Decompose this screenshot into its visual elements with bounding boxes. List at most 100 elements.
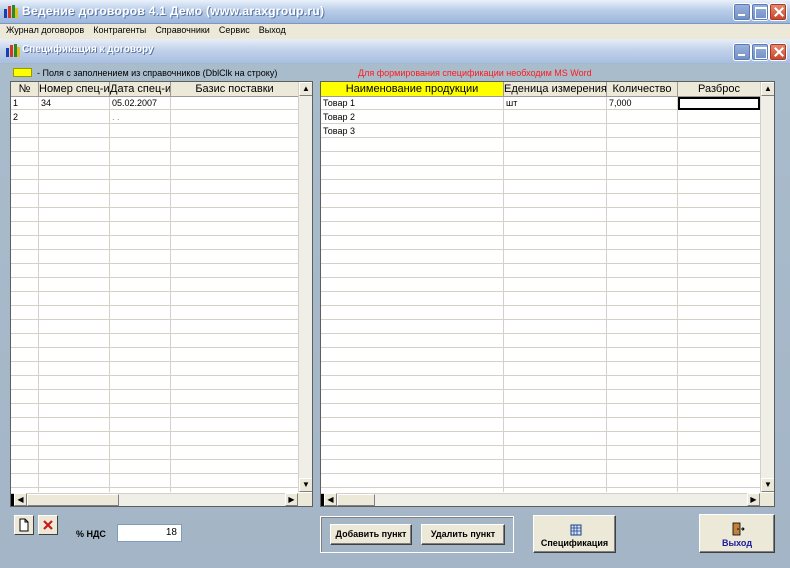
table-cell[interactable]	[678, 97, 760, 110]
column-header-product-name[interactable]: Наименование продукции	[321, 82, 504, 97]
column-header-delivery-basis[interactable]: Базис поставки	[171, 82, 299, 97]
table-row[interactable]	[11, 419, 298, 432]
table-cell[interactable]	[171, 97, 298, 110]
table-row[interactable]: 2 . .	[11, 111, 298, 124]
table-row[interactable]	[321, 167, 760, 180]
scroll-right-button[interactable]: ▶	[747, 493, 760, 506]
table-row[interactable]	[321, 237, 760, 250]
table-row[interactable]: Товар 2	[321, 111, 760, 124]
table-row[interactable]: Товар 3	[321, 125, 760, 138]
table-row[interactable]: 1 34 05.02.2007	[11, 97, 298, 110]
table-cell[interactable]: 34	[39, 97, 109, 110]
table-row[interactable]	[321, 349, 760, 362]
table-row[interactable]	[11, 139, 298, 152]
table-cell[interactable]: Товар 3	[321, 125, 503, 138]
table-cell[interactable]: 2	[11, 111, 38, 124]
table-row[interactable]	[11, 251, 298, 264]
specification-button[interactable]: Спецификация	[533, 515, 616, 553]
table-row[interactable]	[321, 153, 760, 166]
specifications-horizontal-scrollbar[interactable]: ◀ ▶	[11, 493, 298, 506]
column-header-spec-date[interactable]: Дата спец-и	[110, 82, 171, 97]
vat-input[interactable]: 18	[117, 524, 182, 542]
table-row[interactable]	[11, 405, 298, 418]
table-cell[interactable]	[39, 111, 109, 124]
table-row[interactable]	[321, 447, 760, 460]
table-row[interactable]	[321, 475, 760, 488]
table-row[interactable]: Товар 1 шт 7,000	[321, 97, 760, 110]
table-row[interactable]	[11, 377, 298, 390]
minimize-button[interactable]	[733, 3, 751, 21]
scroll-down-button[interactable]: ▼	[761, 478, 774, 492]
table-cell[interactable]: 7,000	[607, 97, 677, 110]
table-row[interactable]	[11, 279, 298, 292]
table-row[interactable]	[11, 125, 298, 138]
table-cell[interactable]: 1	[11, 97, 38, 110]
table-row[interactable]	[11, 335, 298, 348]
table-row[interactable]	[11, 461, 298, 474]
delete-item-button[interactable]: Удалить пункт	[421, 524, 505, 545]
table-row[interactable]	[11, 153, 298, 166]
table-cell[interactable]	[504, 111, 606, 124]
table-row[interactable]	[321, 363, 760, 376]
table-row[interactable]	[321, 377, 760, 390]
table-row[interactable]	[11, 447, 298, 460]
column-header-unit[interactable]: Еденица измерения	[504, 82, 607, 97]
table-row[interactable]	[11, 195, 298, 208]
exit-button[interactable]: Выход	[699, 514, 775, 553]
new-record-button[interactable]	[14, 515, 34, 535]
table-row[interactable]	[11, 475, 298, 488]
table-row[interactable]	[321, 209, 760, 222]
table-cell[interactable]: 05.02.2007	[110, 97, 170, 110]
menu-contracts-journal[interactable]: Журнал договоров	[6, 24, 84, 35]
table-row[interactable]	[11, 237, 298, 250]
horizontal-scroll-thumb[interactable]	[27, 494, 119, 506]
table-cell[interactable]	[607, 111, 677, 124]
close-button[interactable]	[769, 3, 787, 21]
specifications-grid[interactable]: № Номер спец-и Дата спец-и Базис поставк…	[10, 81, 313, 507]
scroll-up-button[interactable]: ▲	[761, 82, 774, 96]
products-vertical-scrollbar[interactable]: ▲ ▼	[760, 82, 774, 492]
table-row[interactable]	[11, 307, 298, 320]
table-row[interactable]	[11, 265, 298, 278]
products-grid[interactable]: Наименование продукции Еденица измерения…	[320, 81, 775, 507]
table-row[interactable]	[321, 279, 760, 292]
table-row[interactable]	[11, 349, 298, 362]
table-row[interactable]	[321, 181, 760, 194]
table-cell[interactable]: Товар 1	[321, 97, 503, 110]
table-row[interactable]	[321, 251, 760, 264]
table-row[interactable]	[11, 223, 298, 236]
table-row[interactable]	[321, 419, 760, 432]
products-horizontal-scrollbar[interactable]: ◀ ▶	[321, 493, 760, 506]
table-row[interactable]	[321, 335, 760, 348]
menu-directories[interactable]: Справочники	[155, 24, 210, 35]
table-row[interactable]	[11, 321, 298, 334]
table-row[interactable]	[321, 265, 760, 278]
table-row[interactable]	[321, 405, 760, 418]
scroll-up-button[interactable]: ▲	[299, 82, 312, 96]
menu-exit[interactable]: Выход	[259, 24, 286, 35]
scroll-left-button[interactable]: ◀	[324, 493, 337, 506]
table-row[interactable]	[321, 391, 760, 404]
table-row[interactable]	[321, 139, 760, 152]
menu-counterparties[interactable]: Контрагенты	[93, 24, 146, 35]
horizontal-scroll-thumb[interactable]	[337, 494, 375, 506]
table-row[interactable]	[321, 195, 760, 208]
table-row[interactable]	[321, 433, 760, 446]
table-row[interactable]	[321, 307, 760, 320]
table-cell[interactable]	[171, 111, 298, 124]
table-row[interactable]	[11, 433, 298, 446]
table-cell[interactable]	[607, 125, 677, 138]
child-maximize-button[interactable]	[751, 43, 769, 61]
table-row[interactable]	[11, 209, 298, 222]
scroll-down-button[interactable]: ▼	[299, 478, 312, 492]
delete-record-button[interactable]	[38, 515, 58, 535]
table-row[interactable]	[321, 321, 760, 334]
column-header-number[interactable]: №	[11, 82, 39, 97]
table-row[interactable]	[11, 181, 298, 194]
add-item-button[interactable]: Добавить пункт	[330, 524, 412, 545]
table-row[interactable]	[11, 293, 298, 306]
table-cell[interactable]	[678, 111, 760, 124]
table-row[interactable]	[11, 391, 298, 404]
table-row[interactable]	[321, 223, 760, 236]
scroll-right-button[interactable]: ▶	[285, 493, 298, 506]
